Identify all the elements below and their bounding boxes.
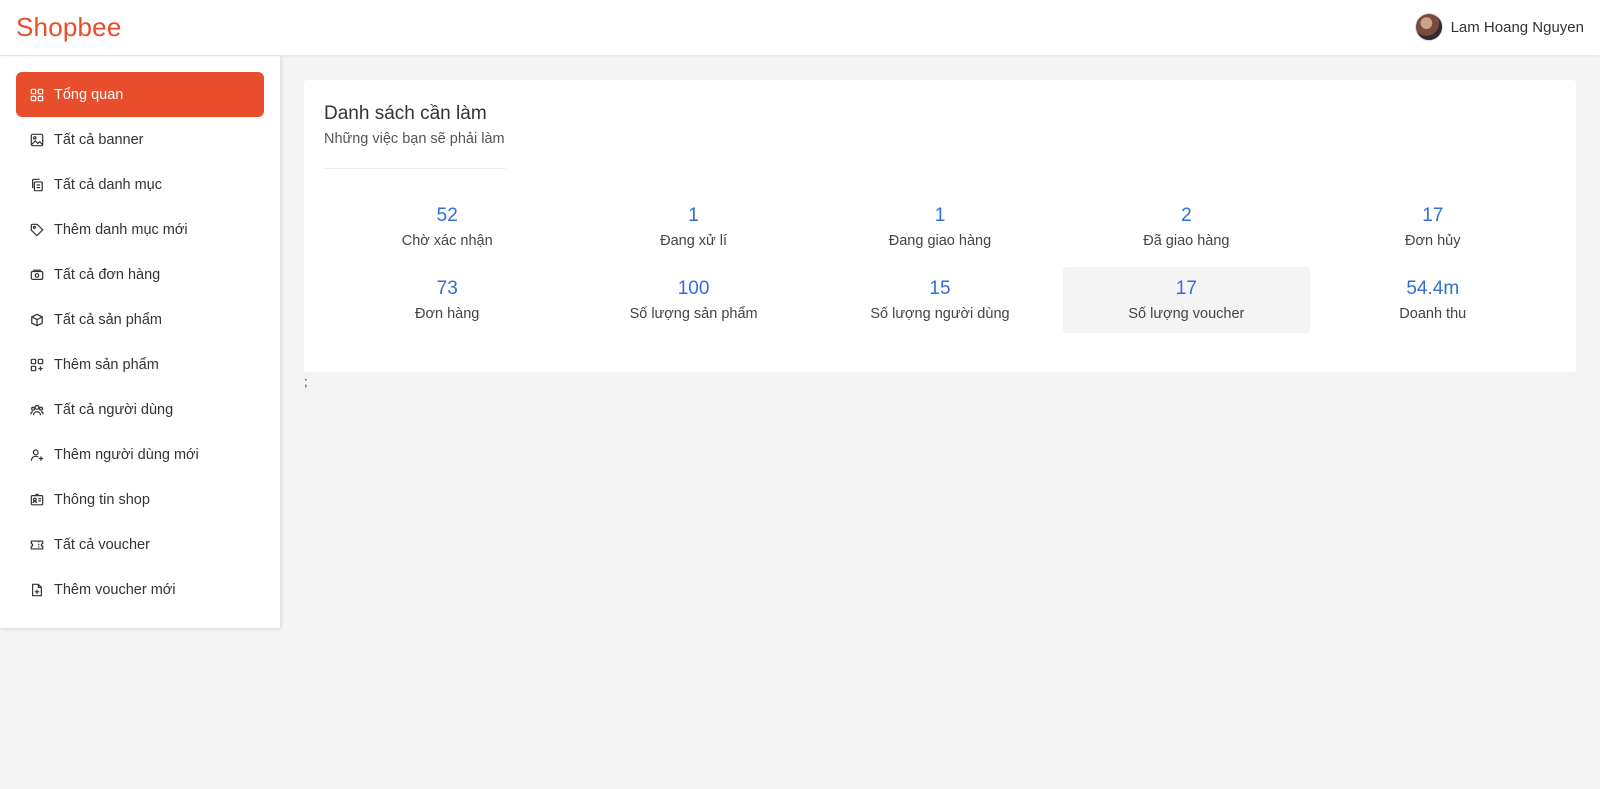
- sidebar-item-label: Tất cả danh mục: [54, 176, 162, 193]
- sidebar-item-label: Thêm sản phẩm: [54, 356, 159, 373]
- file-plus-icon: [30, 583, 44, 597]
- sidebar-item-label: Tất cả người dùng: [54, 401, 174, 418]
- user-plus-icon: [30, 448, 44, 462]
- sidebar-item-label: Tất cả banner: [54, 131, 144, 148]
- stats-grid: 52 Chờ xác nhận 1 Đang xử lí 1 Đang giao…: [324, 194, 1556, 333]
- sidebar-item-label: Thêm voucher mới: [54, 581, 176, 598]
- stat-value: 100: [677, 278, 710, 299]
- stat-label: Đơn hàng: [415, 306, 480, 322]
- stat-label: Đơn hủy: [1405, 233, 1461, 249]
- sidebar-item-label: Thêm người dùng mới: [54, 446, 199, 463]
- sidebar-item-all-products[interactable]: Tất cả sản phẩm: [16, 297, 264, 342]
- sidebar-item-add-category[interactable]: Thêm danh mục mới: [16, 207, 264, 252]
- avatar[interactable]: [1414, 13, 1443, 41]
- stat-label: Đã giao hàng: [1143, 233, 1230, 249]
- stat-value: 2: [1181, 205, 1192, 226]
- stat-product-count[interactable]: 100 Số lượng sản phẩm: [570, 267, 816, 333]
- stat-value: 73: [436, 278, 458, 299]
- todo-title: Danh sách cần làm: [324, 103, 487, 124]
- image-icon: [30, 133, 44, 147]
- todo-card: Danh sách cần làm Những việc bạn sẽ phải…: [304, 80, 1576, 372]
- stat-delivered[interactable]: 2 Đã giao hàng: [1063, 194, 1309, 260]
- sidebar-item-label: Tổng quan: [54, 86, 124, 103]
- sidebar-item-label: Tất cả voucher: [54, 536, 150, 553]
- sidebar-item-overview[interactable]: Tổng quan: [16, 72, 264, 117]
- stray-semicolon: ;: [304, 374, 308, 389]
- stat-value: 52: [436, 205, 458, 226]
- users-icon: [30, 403, 44, 417]
- sidebar-item-add-user[interactable]: Thêm người dùng mới: [16, 432, 264, 477]
- stat-pending-confirmation[interactable]: 52 Chờ xác nhận: [324, 194, 570, 260]
- sidebar-item-add-product[interactable]: Thêm sản phẩm: [16, 342, 264, 387]
- top-header: Shopbee Lam Hoang Nguyen: [0, 0, 1600, 55]
- stat-label: Đang xử lí: [660, 233, 728, 249]
- stat-shipping[interactable]: 1 Đang giao hàng: [817, 194, 1063, 260]
- stat-orders[interactable]: 73 Đơn hàng: [324, 267, 570, 333]
- stat-value: 17: [1175, 278, 1197, 299]
- stat-processing[interactable]: 1 Đang xử lí: [570, 194, 816, 260]
- tag-icon: [30, 223, 44, 237]
- box-icon: [30, 313, 44, 327]
- divider: [324, 168, 506, 169]
- cash-icon: [30, 268, 44, 282]
- ticket-icon: [30, 538, 44, 552]
- sidebar-item-all-users[interactable]: Tất cả người dùng: [16, 387, 264, 432]
- brand-logo[interactable]: Shopbee: [16, 12, 122, 43]
- stat-voucher-count[interactable]: 17 Số lượng voucher: [1063, 267, 1310, 333]
- copy-icon: [30, 178, 44, 192]
- sidebar-item-label: Thông tin shop: [54, 491, 150, 508]
- id-card-icon: [30, 493, 44, 507]
- stat-label: Đang giao hàng: [888, 233, 992, 249]
- stat-revenue[interactable]: 54.4m Doanh thu: [1310, 267, 1556, 333]
- sidebar-item-all-vouchers[interactable]: Tất cả voucher: [16, 522, 264, 567]
- grid-icon: [30, 88, 44, 102]
- sidebar-item-shop-info[interactable]: Thông tin shop: [16, 477, 264, 522]
- stat-label: Số lượng sản phẩm: [629, 306, 758, 322]
- stat-value: 54.4m: [1406, 278, 1460, 299]
- sidebar-item-label: Tất cả sản phẩm: [54, 311, 162, 328]
- sidebar: Tổng quan Tất cả banner Tất cả danh mục …: [0, 56, 280, 628]
- sidebar-item-all-categories[interactable]: Tất cả danh mục: [16, 162, 264, 207]
- stat-label: Chờ xác nhận: [401, 233, 493, 249]
- grid-plus-icon: [30, 358, 44, 372]
- sidebar-item-all-orders[interactable]: Tất cả đơn hàng: [16, 252, 264, 297]
- stat-value: 17: [1422, 205, 1444, 226]
- stat-label: Số lượng voucher: [1128, 306, 1245, 322]
- sidebar-item-add-voucher[interactable]: Thêm voucher mới: [16, 567, 264, 612]
- sidebar-item-label: Thêm danh mục mới: [54, 221, 188, 238]
- stat-cancelled[interactable]: 17 Đơn hủy: [1310, 194, 1556, 260]
- user-menu[interactable]: Lam Hoang Nguyen: [1414, 13, 1584, 41]
- sidebar-item-all-banners[interactable]: Tất cả banner: [16, 117, 264, 162]
- user-name[interactable]: Lam Hoang Nguyen: [1451, 19, 1584, 36]
- stat-value: 15: [929, 278, 951, 299]
- todo-subtitle: Những việc bạn sẽ phải làm: [324, 131, 505, 147]
- stat-value: 1: [934, 205, 946, 226]
- stat-value: 1: [688, 205, 699, 226]
- stat-user-count[interactable]: 15 Số lượng người dùng: [817, 267, 1063, 333]
- stat-label: Số lượng người dùng: [870, 306, 1010, 322]
- stat-label: Doanh thu: [1399, 306, 1467, 322]
- sidebar-item-label: Tất cả đơn hàng: [54, 266, 161, 283]
